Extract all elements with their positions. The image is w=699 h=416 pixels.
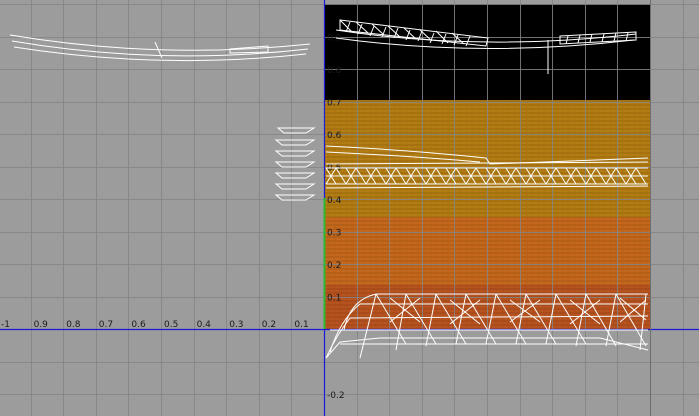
v-axis-label: 0.2 — [327, 261, 341, 271]
uv-island-left-arc[interactable] — [9, 34, 311, 62]
u-axis-label: -1 — [1, 320, 10, 330]
v-axis-label: -0.2 — [327, 391, 345, 401]
v-axis-label: 0.7 — [327, 99, 341, 109]
uv-editor-canvas[interactable]: -1 0.9 0.8 0.7 0.6 0.5 0.4 0.3 0.2 0.1 0.9 0.8 0.7 0… — [0, 0, 699, 416]
u-axis-label: 0.1 — [294, 320, 308, 330]
v-axis-label: 0.4 — [327, 196, 342, 206]
u-axis-label: 0.8 — [66, 320, 81, 330]
u-axis-label: 0.2 — [262, 320, 276, 330]
uv-island-ribs[interactable] — [274, 127, 316, 201]
u-axis-labels: -1 0.9 0.8 0.7 0.6 0.5 0.4 0.3 0.2 0.1 — [1, 320, 309, 330]
v-axis-label: 0.6 — [327, 131, 342, 141]
u-axis-label: 0.6 — [131, 320, 146, 330]
u-axis-label: 0.9 — [34, 320, 49, 330]
u-axis-label: 0.4 — [197, 320, 212, 330]
v-axis-label: 0.3 — [327, 229, 341, 239]
u-axis-label: 0.7 — [99, 320, 113, 330]
v-axis-label: 0.8 — [327, 66, 342, 76]
v-axis-label: 0.1 — [327, 294, 341, 304]
u-axis-label: 0.5 — [164, 320, 178, 330]
u-axis-label: 0.3 — [229, 320, 243, 330]
uv-editor-viewport[interactable]: -1 0.9 0.8 0.7 0.6 0.5 0.4 0.3 0.2 0.1 0.9 0.8 0.7 0… — [0, 0, 699, 416]
